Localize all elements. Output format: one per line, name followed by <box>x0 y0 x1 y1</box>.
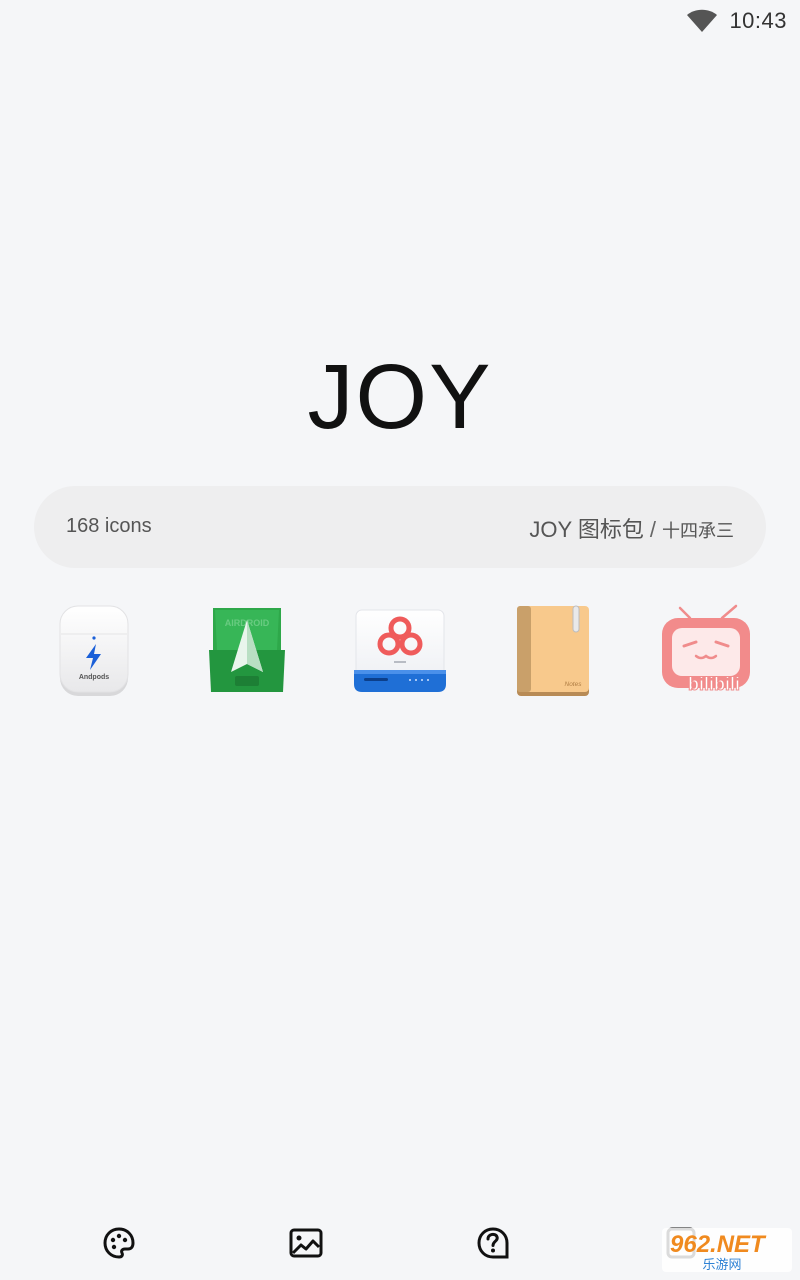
icon-preview-row: Andpods AIRDROID <box>0 600 800 704</box>
pack-credit: JOY 图标包 / 十四承三 <box>529 512 734 544</box>
bottom-nav: 962.NET 乐游网 <box>0 1200 800 1280</box>
site-watermark: 962.NET 乐游网 <box>662 1228 792 1273</box>
airpods-icon[interactable]: Andpods <box>44 600 144 700</box>
credit-separator: / <box>649 517 656 542</box>
bilibili-icon[interactable]: bilibili <box>656 600 756 700</box>
theme-palette-icon <box>103 1227 135 1259</box>
help-icon <box>477 1227 509 1259</box>
theme-palette-button[interactable] <box>101 1225 137 1261</box>
bilibili-icon-label: bilibili <box>688 674 740 694</box>
icon-pack-info: 168 icons JOY 图标包 / 十四承三 <box>34 486 766 568</box>
pack-name: JOY 图标包 <box>529 517 644 542</box>
notes-icon-label: Notes <box>565 681 583 688</box>
app-title: JOY <box>307 346 493 448</box>
watermark-top-text: 962.NET <box>670 1231 767 1258</box>
icon-count: 168 icons <box>66 515 152 537</box>
wifi-icon <box>687 9 717 32</box>
status-time: 10:43 <box>729 8 787 33</box>
help-button[interactable] <box>475 1225 511 1261</box>
airpods-icon-label: Andpods <box>79 674 109 681</box>
pack-author: 十四承三 <box>662 521 734 541</box>
wallpaper-icon <box>289 1228 323 1258</box>
notes-icon[interactable]: Notes <box>503 600 603 700</box>
status-bar: 10:43 <box>0 0 800 40</box>
wallpaper-button[interactable] <box>288 1225 324 1261</box>
watermark-bottom-text: 乐游网 <box>702 1258 741 1273</box>
baidu-netdisk-icon[interactable] <box>350 600 450 700</box>
airdroid-icon[interactable]: AIRDROID <box>197 600 297 700</box>
